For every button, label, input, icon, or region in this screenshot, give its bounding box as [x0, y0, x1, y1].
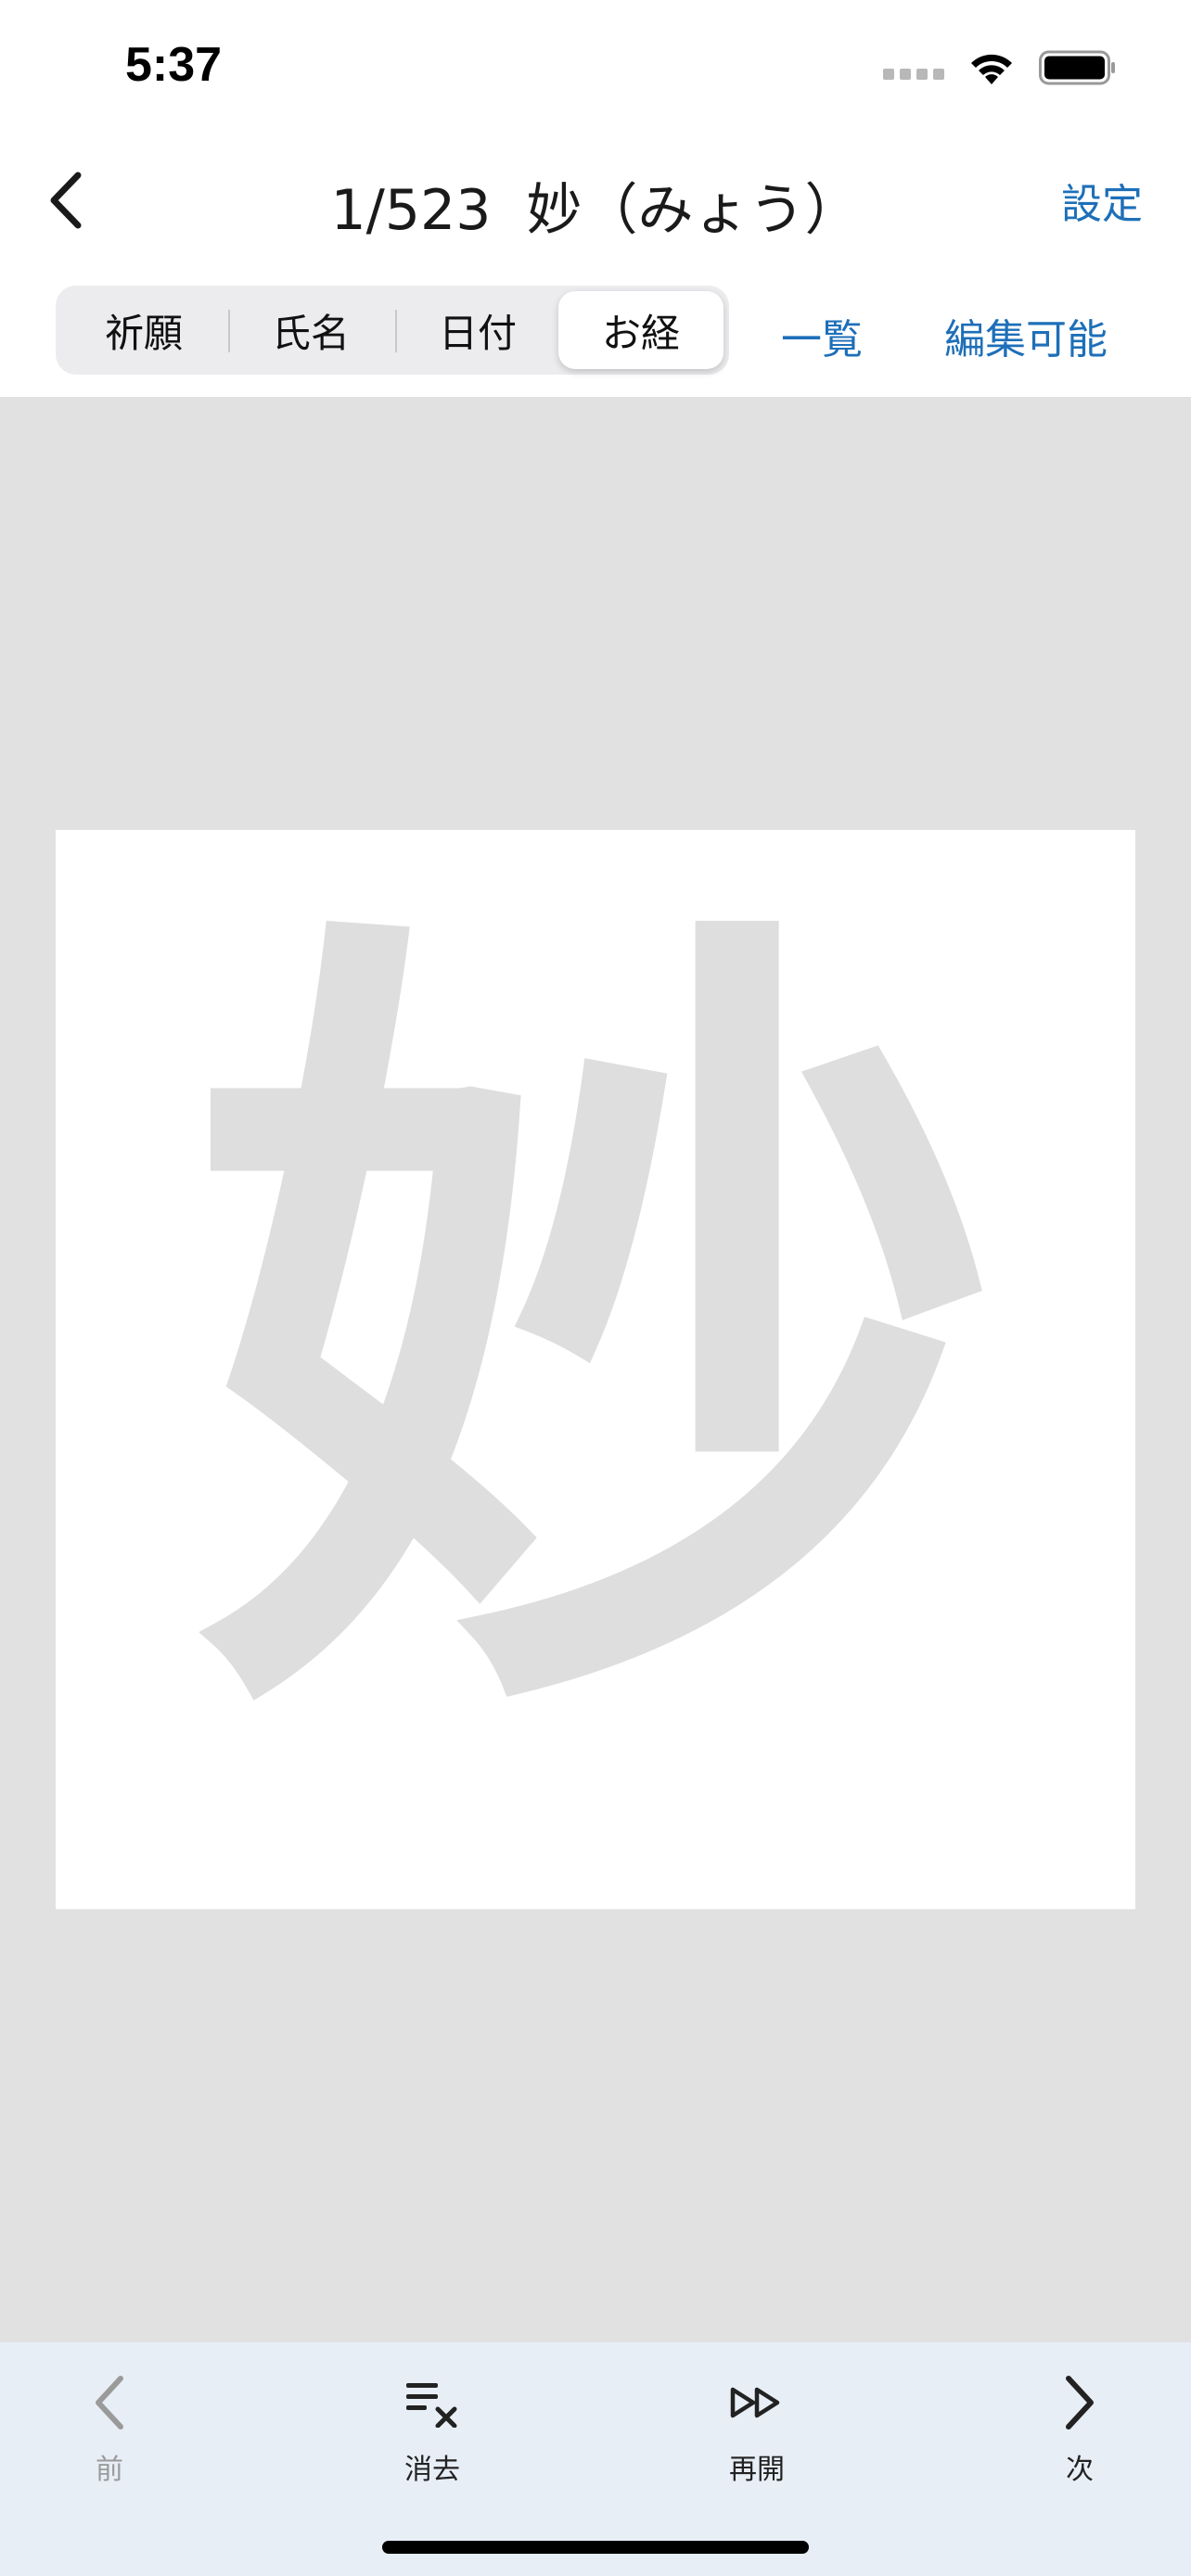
- home-indicator: [382, 2541, 809, 2554]
- battery-icon: [1039, 50, 1115, 85]
- fast-forward-icon: [730, 2387, 780, 2418]
- wifi-icon: [971, 54, 1012, 84]
- segment-name[interactable]: 氏名: [228, 291, 393, 369]
- resume-label: 再開: [729, 2454, 785, 2486]
- mode-segmented-control: 祈願 氏名 日付 お経: [56, 286, 729, 375]
- clear-list-icon: [406, 2383, 457, 2428]
- chevron-right-icon: [1066, 2376, 1094, 2429]
- previous-button[interactable]: 前: [17, 2361, 202, 2500]
- segment-date[interactable]: 日付: [395, 291, 560, 369]
- previous-label: 前: [96, 2454, 123, 2486]
- status-indicators: [883, 45, 1117, 91]
- guide-character: 妙: [187, 853, 1004, 1812]
- writing-canvas-area: 妙: [0, 397, 1191, 2342]
- cellular-signal-icon: [883, 69, 944, 80]
- clear-label: 消去: [404, 2454, 460, 2486]
- mode-toolbar: 祈願 氏名 日付 お経 一覧 編集可能: [0, 269, 1191, 397]
- writing-paper[interactable]: 妙: [56, 830, 1135, 1909]
- segment-sutra[interactable]: お経: [558, 291, 724, 369]
- status-bar: 5:37: [0, 0, 1191, 130]
- settings-button[interactable]: 設定: [1061, 171, 1143, 230]
- list-button[interactable]: 一覧: [781, 306, 863, 365]
- chevron-left-icon: [96, 2376, 123, 2429]
- editable-button[interactable]: 編集可能: [944, 306, 1108, 365]
- next-button[interactable]: 次: [987, 2361, 1172, 2500]
- next-label: 次: [1066, 2454, 1094, 2486]
- segment-prayer[interactable]: 祈願: [61, 291, 226, 369]
- clear-button[interactable]: 消去: [339, 2361, 525, 2500]
- resume-button[interactable]: 再開: [664, 2361, 850, 2500]
- navigation-bar: 1/523 妙（みょう） 設定: [0, 130, 1191, 269]
- page-title: 1/523 妙（みょう）: [330, 178, 861, 243]
- status-time: 5:37: [125, 38, 223, 92]
